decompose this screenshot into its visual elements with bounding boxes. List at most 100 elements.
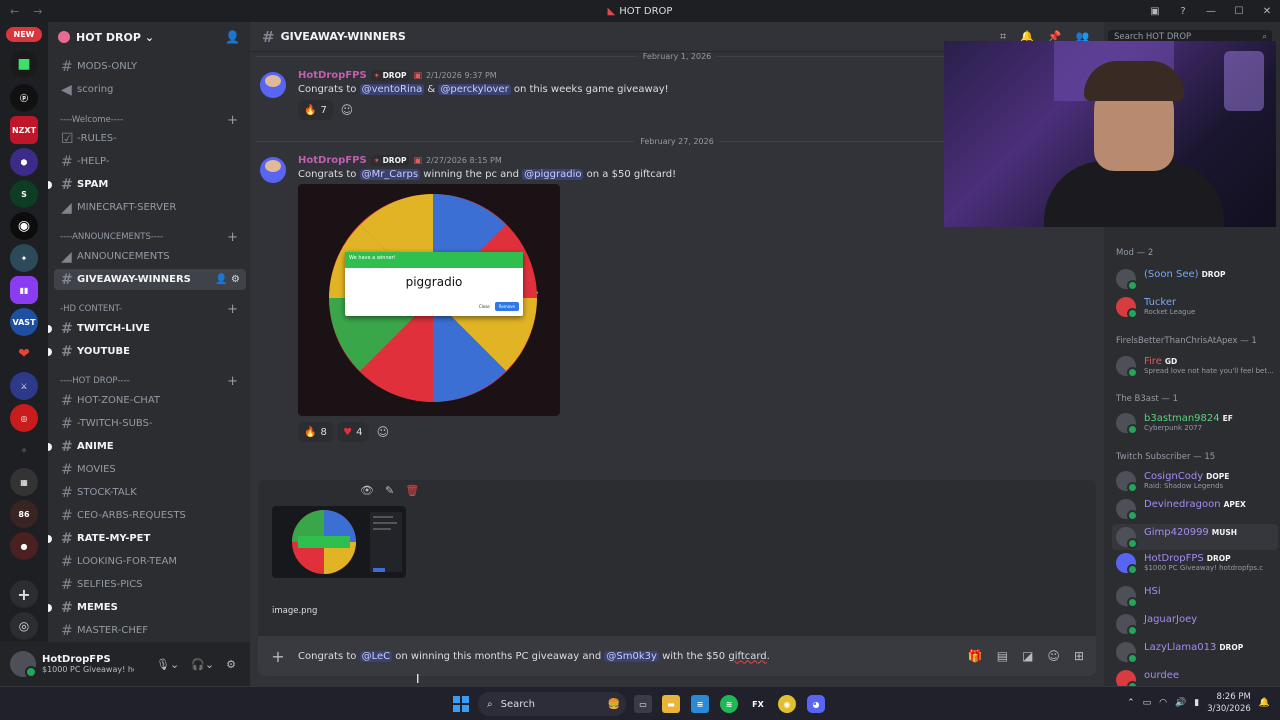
battery-icon[interactable]: ▮: [1194, 698, 1199, 708]
message-composer[interactable]: + Congrats to @LeC on winning this month…: [258, 636, 1096, 676]
member-item[interactable]: JaguarJoey: [1112, 611, 1278, 637]
member-item[interactable]: CosignCody DOPE Raid: Shadow Legends: [1112, 468, 1278, 494]
channel-twitch-subs[interactable]: # -TWITCH-SUBS-: [54, 413, 246, 434]
category-announcements[interactable]: ----ANNOUNCEMENTS---- +: [54, 229, 246, 245]
avatar[interactable]: [10, 651, 37, 678]
clock[interactable]: 8:26 PM 3/30/2026: [1207, 691, 1251, 715]
reaction-fire[interactable]: 🔥 8: [298, 422, 333, 442]
server-icon-cube[interactable]: ⬢: [10, 148, 38, 176]
channel-settings-icon[interactable]: 👤 ⚙: [215, 274, 240, 285]
channel-announcements[interactable]: ◢ ANNOUNCEMENTS: [54, 246, 246, 267]
minimize-icon[interactable]: —: [1204, 6, 1218, 17]
apps-icon[interactable]: ⊞: [1074, 649, 1084, 663]
user-mention[interactable]: @Mr_Carps: [359, 169, 421, 180]
server-icon-c[interactable]: ◉: [10, 212, 38, 240]
user-mention[interactable]: @LeC: [359, 650, 393, 662]
channel-twitch-live[interactable]: # TWITCH-LIVE: [48, 318, 246, 339]
channel-movies[interactable]: # MOVIES: [54, 459, 246, 480]
member-item[interactable]: Devinedragoon APEX: [1112, 496, 1278, 522]
server-icon-dark[interactable]: ✧: [10, 436, 38, 464]
channel-memes[interactable]: # MEMES: [48, 597, 246, 618]
server-icon-misc[interactable]: ●: [10, 532, 38, 560]
member-item[interactable]: HSi: [1112, 583, 1278, 609]
server-icon-team[interactable]: ✦: [10, 244, 38, 272]
upload-thumbnail[interactable]: [272, 506, 406, 578]
message-author[interactable]: HotDropFPS: [298, 155, 367, 166]
channel-giveaway-winners[interactable]: # GIVEAWAY-WINNERS 👤 ⚙: [54, 269, 246, 290]
reaction-fire[interactable]: 🔥 7: [298, 100, 333, 120]
add-server-icon[interactable]: +: [10, 580, 38, 608]
headphones-icon[interactable]: 🎧⌄: [191, 658, 214, 671]
help-icon[interactable]: ?: [1176, 6, 1190, 17]
member-item[interactable]: Tucker Rocket League: [1112, 294, 1278, 320]
pencil-icon[interactable]: ✎: [385, 484, 394, 497]
channel-hot-zone-chat[interactable]: # HOT-ZONE-CHAT: [54, 390, 246, 411]
add-attachment-icon[interactable]: +: [258, 647, 298, 666]
add-reaction-icon[interactable]: ☺: [337, 100, 357, 120]
channel-stock-talk[interactable]: # STOCK-TALK: [54, 482, 246, 503]
channel-spam[interactable]: # SPAM: [48, 174, 246, 195]
user-mention[interactable]: @piggradio: [522, 169, 584, 180]
gif-icon[interactable]: ▤: [997, 649, 1008, 663]
category-hot-drop[interactable]: ----HOT DROP---- +: [54, 373, 246, 389]
channel-selfies-pics[interactable]: # SELFIES-PICS: [54, 574, 246, 595]
volume-icon[interactable]: 🔊: [1175, 698, 1186, 708]
image-attachment[interactable]: We have a winner! piggradio Close Remove: [298, 184, 560, 416]
emoji-icon[interactable]: ☺: [1047, 649, 1060, 663]
server-icon-p[interactable]: ⓟ: [10, 84, 38, 112]
channel-youtube[interactable]: # YOUTUBE: [48, 341, 246, 362]
windows-start-icon[interactable]: [453, 696, 469, 712]
wifi-icon[interactable]: ◠: [1159, 698, 1167, 708]
category-welcome[interactable]: ----Welcome---- +: [54, 112, 246, 128]
server-icon-nzxt[interactable]: NZXT: [10, 116, 38, 144]
user-mention[interactable]: @Sm0k3y: [604, 650, 659, 662]
member-item[interactable]: ourdee: [1112, 667, 1278, 686]
chrome-icon[interactable]: ◉: [778, 695, 796, 713]
server-icon-red[interactable]: ◎: [10, 404, 38, 432]
add-channel-icon[interactable]: +: [227, 230, 238, 245]
avatar[interactable]: [260, 72, 286, 98]
channel-rate-my-pet[interactable]: # RATE-MY-PET: [48, 528, 246, 549]
notification-icon[interactable]: 🔔: [1259, 698, 1270, 708]
channel-minecraft-server[interactable]: ◢ MINECRAFT-SERVER: [54, 197, 246, 218]
channel-ceo-arbs-requests[interactable]: # CEO-ARBS-REQUESTS: [54, 505, 246, 526]
member-item[interactable]: Gimp420999 MUSH: [1112, 524, 1278, 550]
user-mention[interactable]: @ventoRina: [359, 84, 425, 95]
channel-help[interactable]: # -HELP-: [54, 151, 246, 172]
server-icon-game[interactable]: ⚔: [10, 372, 38, 400]
microphone-icon[interactable]: 🎙⌄: [156, 658, 179, 671]
channel-anime[interactable]: # ANIME: [48, 436, 246, 457]
add-reaction-icon[interactable]: ☺: [373, 422, 393, 442]
message-input[interactable]: Congrats to @LeC on winning this months …: [298, 650, 770, 662]
channel-rules[interactable]: ☑ -RULES-: [54, 128, 246, 149]
channel-master-chef[interactable]: # MASTER-CHEF: [54, 620, 246, 641]
channel-mods-only[interactable]: # MODS-ONLY: [54, 56, 246, 77]
monitor-icon[interactable]: ▭: [1143, 698, 1152, 708]
channel-looking-for-team[interactable]: # LOOKING-FOR-TEAM: [54, 551, 246, 572]
close-window-icon[interactable]: ✕: [1260, 6, 1274, 17]
server-icon-pin[interactable]: ❤: [10, 340, 38, 368]
forward-arrow-icon[interactable]: →: [33, 5, 42, 18]
message-author[interactable]: HotDropFPS: [298, 70, 367, 81]
add-channel-icon[interactable]: +: [227, 374, 238, 389]
member-item[interactable]: b3astman9824 EF Cyberpunk 2077: [1112, 410, 1278, 436]
category-hd-content[interactable]: -HD CONTENT- +: [54, 301, 246, 317]
user-mention[interactable]: @perckylover: [438, 84, 511, 95]
task-view-icon[interactable]: ▭: [634, 695, 652, 713]
avatar[interactable]: [260, 157, 286, 183]
server-icon-twitch[interactable]: ▮▮: [10, 276, 38, 304]
member-item[interactable]: LazyLlama013 DROP: [1112, 639, 1278, 665]
inbox-icon[interactable]: ▣: [1148, 6, 1162, 17]
server-header[interactable]: HOT DROP ⌄ 👤: [48, 22, 250, 52]
server-icon-vast[interactable]: VAST: [10, 308, 38, 336]
trash-icon[interactable]: 🗑: [405, 484, 419, 497]
member-item[interactable]: HotDropFPS DROP $1000 PC Giveaway! hotdrop…: [1112, 550, 1278, 576]
file-explorer-icon[interactable]: ▬: [662, 695, 680, 713]
discover-icon[interactable]: ◎: [10, 612, 38, 640]
chevron-up-icon[interactable]: ⌃: [1127, 698, 1135, 708]
channel-scoring[interactable]: ◀ scoring: [54, 79, 246, 100]
spotify-icon[interactable]: ≋: [720, 695, 738, 713]
member-item[interactable]: Fire GD Spread love not hate you'll feel b…: [1112, 353, 1278, 379]
add-channel-icon[interactable]: +: [227, 113, 238, 128]
maximize-icon[interactable]: ☐: [1232, 6, 1246, 17]
